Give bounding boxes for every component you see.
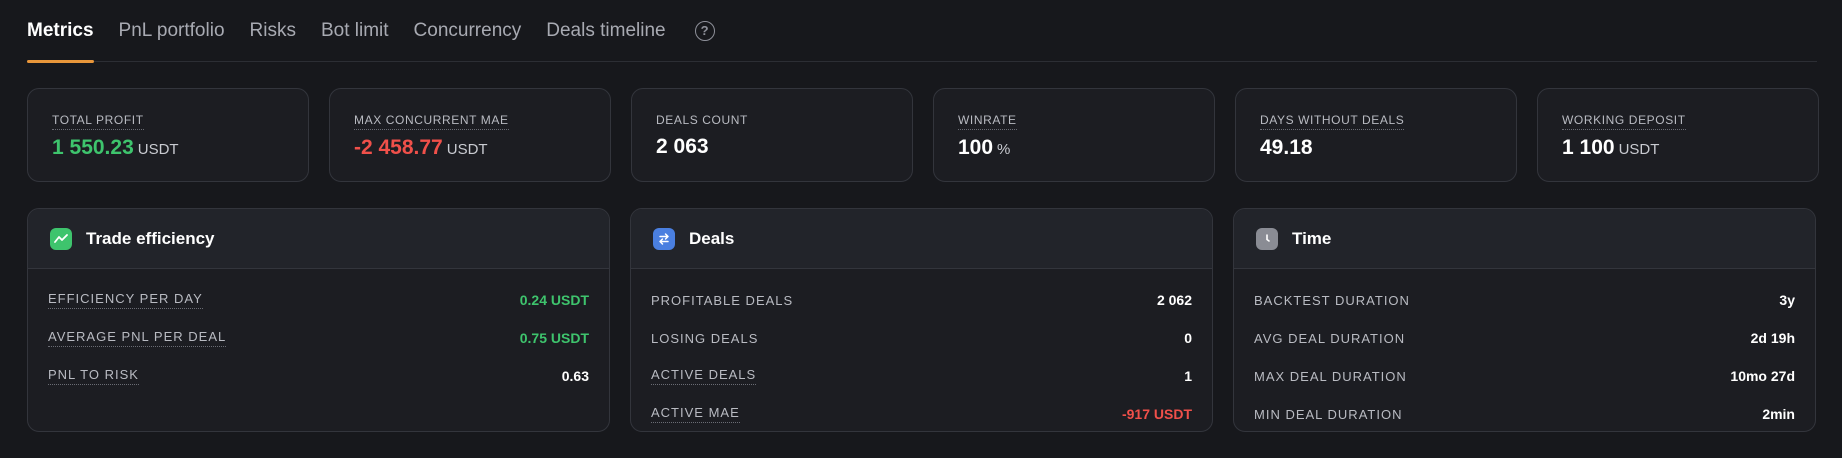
panel-title: Time — [1292, 228, 1332, 248]
metric-value: 2 062 — [1156, 292, 1192, 308]
stats-row: TOTAL PROFIT 1 550.23 USDT MAX CONCURRENT… — [27, 88, 1819, 182]
stat-label[interactable]: TOTAL PROFIT — [52, 113, 144, 130]
metric-row: MAX DEAL DURATION 10mo 27d — [1254, 357, 1795, 395]
trend-chart-icon — [50, 227, 72, 250]
tab-risks[interactable]: Risks — [250, 0, 296, 62]
metric-value: 10mo 27d — [1730, 368, 1795, 384]
metric-label: AVG DEAL DURATION — [1254, 330, 1406, 346]
stat-label[interactable]: WORKING DEPOSIT — [1562, 113, 1686, 130]
stat-value: 49.18 — [1260, 136, 1313, 159]
tab-pnl-portfolio[interactable]: PnL portfolio — [119, 0, 225, 62]
metric-value: 0.63 — [561, 368, 589, 384]
stat-value: 1 100 — [1562, 136, 1615, 159]
metric-row: ACTIVE MAE -917 USDT — [651, 395, 1192, 431]
metric-row: PNL TO RISK 0.63 — [48, 357, 589, 395]
panel-title: Deals — [689, 228, 735, 248]
metric-label[interactable]: AVERAGE PNL PER DEAL — [48, 329, 227, 347]
panel-header: Time — [1234, 209, 1815, 269]
metric-label: LOSING DEALS — [651, 330, 759, 346]
swap-arrows-icon — [653, 227, 675, 250]
stat-unit: % — [997, 141, 1011, 158]
stat-label: DEALS COUNT — [656, 113, 748, 127]
metric-value: 0.24 USDT — [519, 292, 589, 308]
metric-row: LOSING DEALS 0 — [651, 319, 1192, 357]
stat-label[interactable]: WINRATE — [958, 113, 1017, 130]
stat-unit: USDT — [446, 141, 488, 158]
stat-label[interactable]: DAYS WITHOUT DEALS — [1260, 113, 1405, 130]
metric-row: BACKTEST DURATION 3y — [1254, 281, 1795, 319]
metric-label[interactable]: PNL TO RISK — [48, 367, 139, 385]
stat-value: 2 063 — [656, 135, 709, 158]
metric-row: AVERAGE PNL PER DEAL 0.75 USDT — [48, 319, 589, 357]
metric-label[interactable]: ACTIVE MAE — [651, 405, 740, 423]
tab-concurrency[interactable]: Concurrency — [414, 0, 522, 62]
metric-row: AVG DEAL DURATION 2d 19h — [1254, 319, 1795, 357]
metric-row: MIN DEAL DURATION 2min — [1254, 395, 1795, 431]
metric-row: PROFITABLE DEALS 2 062 — [651, 281, 1192, 319]
panels-row: Trade efficiency EFFICIENCY PER DAY 0.24… — [27, 208, 1816, 432]
time-panel: Time BACKTEST DURATION 3y AVG DEAL DURAT… — [1233, 208, 1816, 432]
panel-header: Deals — [631, 209, 1212, 269]
tab-deals-timeline[interactable]: Deals timeline — [546, 0, 665, 62]
stat-value: 1 550.23 — [52, 136, 134, 159]
trade-efficiency-panel: Trade efficiency EFFICIENCY PER DAY 0.24… — [27, 208, 610, 432]
metric-label: MIN DEAL DURATION — [1254, 406, 1403, 422]
help-icon[interactable]: ? — [694, 20, 715, 41]
stat-unit: USDT — [1618, 141, 1660, 158]
tab-bot-limit[interactable]: Bot limit — [321, 0, 389, 62]
metric-value: 1 — [1184, 368, 1192, 384]
metric-label: MAX DEAL DURATION — [1254, 368, 1407, 384]
metric-value: 0.75 USDT — [519, 330, 589, 346]
metric-row: ACTIVE DEALS 1 — [651, 357, 1192, 395]
tab-bar: Metrics PnL portfolio Risks Bot limit Co… — [27, 0, 1817, 63]
tab-metrics[interactable]: Metrics — [27, 0, 94, 63]
stat-card-working-deposit: WORKING DEPOSIT 1 100 USDT — [1537, 88, 1819, 182]
stat-card-total-profit: TOTAL PROFIT 1 550.23 USDT — [27, 88, 309, 182]
metric-value: 2min — [1762, 406, 1795, 422]
metric-value: 0 — [1184, 330, 1192, 346]
panel-title: Trade efficiency — [86, 228, 215, 248]
metric-label[interactable]: ACTIVE DEALS — [651, 367, 757, 385]
metric-label: BACKTEST DURATION — [1254, 292, 1410, 308]
stat-card-winrate: WINRATE 100% — [933, 88, 1215, 182]
metric-value: 2d 19h — [1750, 330, 1795, 346]
metric-label: PROFITABLE DEALS — [651, 292, 794, 308]
metric-value: -917 USDT — [1121, 406, 1192, 422]
stat-unit: USDT — [137, 141, 179, 158]
stat-value: -2 458.77 — [354, 136, 443, 159]
stat-card-deals-count: DEALS COUNT 2 063 — [631, 88, 913, 182]
metric-label[interactable]: EFFICIENCY PER DAY — [48, 291, 203, 309]
stat-card-max-concurrent-mae: MAX CONCURRENT MAE -2 458.77 USDT — [329, 88, 611, 182]
stat-value: 100 — [958, 136, 994, 159]
deals-panel: Deals PROFITABLE DEALS 2 062 LOSING DEAL… — [630, 208, 1213, 432]
panel-header: Trade efficiency — [28, 209, 609, 269]
metric-value: 3y — [1779, 292, 1795, 308]
metric-row: EFFICIENCY PER DAY 0.24 USDT — [48, 281, 589, 319]
clock-icon — [1256, 227, 1278, 250]
stat-card-days-without-deals: DAYS WITHOUT DEALS 49.18 — [1235, 88, 1517, 182]
stat-label[interactable]: MAX CONCURRENT MAE — [354, 113, 509, 130]
